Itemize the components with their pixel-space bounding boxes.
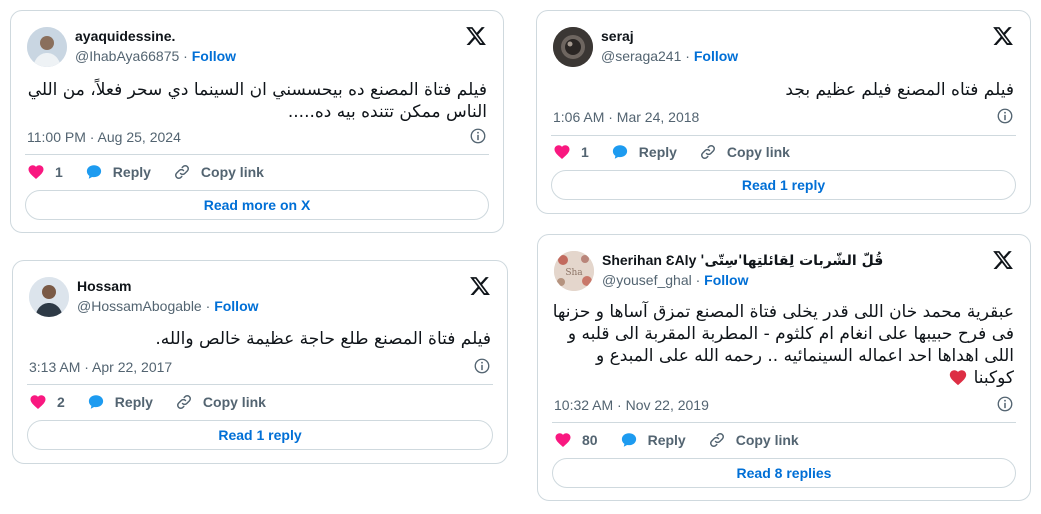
like-count: 1: [55, 164, 63, 180]
x-logo-icon[interactable]: [992, 249, 1014, 271]
reply-button[interactable]: Reply: [611, 143, 677, 161]
heart-icon: [29, 393, 47, 411]
action-bar: 1 Reply Copy link: [553, 143, 812, 161]
tweet-card: ayaquidessine. @IhabAya66875 · Follow في…: [10, 10, 504, 233]
divider: [551, 135, 1016, 136]
info-icon[interactable]: [469, 127, 487, 145]
avatar[interactable]: Sha: [554, 251, 594, 291]
link-icon: [708, 431, 726, 449]
tweet-text: فيلم فتاة المصنع طلع حاجة عظيمة خالص وال…: [155, 329, 491, 349]
like-button[interactable]: 1: [553, 143, 589, 161]
read-replies-button[interactable]: Read 1 reply: [551, 170, 1016, 200]
heart-icon: [554, 431, 572, 449]
author-handle[interactable]: @IhabAya66875: [75, 48, 179, 64]
author-name[interactable]: Hossam: [77, 278, 131, 294]
tweet-text-body: عبقرية محمد خان اللى قدر يخلى فتاة المصن…: [552, 302, 1014, 388]
reply-button[interactable]: Reply: [620, 431, 686, 449]
action-bar: 2 Reply Copy link: [29, 393, 288, 411]
reply-label: Reply: [112, 164, 151, 180]
like-count: 2: [57, 394, 65, 410]
avatar[interactable]: [553, 27, 593, 67]
tweet-timestamp[interactable]: 3:13 AM · Apr 22, 2017: [29, 359, 172, 375]
author-name-text: Sherihan ƐAly: [602, 252, 697, 268]
copy-link-label: Copy link: [200, 164, 264, 180]
reply-label: Reply: [638, 144, 677, 160]
divider: [27, 384, 493, 385]
reply-bubble-icon: [85, 163, 103, 181]
info-icon[interactable]: [996, 107, 1014, 125]
heart-icon: [27, 163, 45, 181]
action-bar: 1 Reply Copy link: [27, 163, 286, 181]
author-name[interactable]: Sherihan ƐAly قُلّ الشّربات لِقائلتِها'س…: [602, 252, 883, 269]
info-icon[interactable]: [473, 357, 491, 375]
tweet-text: فيلم فتاه المصنع فيلم عظيم بجد: [785, 80, 1014, 100]
like-count: 80: [582, 432, 598, 448]
x-logo-icon[interactable]: [469, 275, 491, 297]
follow-button[interactable]: Follow: [192, 48, 236, 64]
tweet-card: Hossam @HossamAbogable · Follow فيلم فتا…: [12, 260, 508, 464]
follow-button[interactable]: Follow: [214, 298, 258, 314]
copy-link-button[interactable]: Copy link: [173, 163, 264, 181]
x-logo-icon[interactable]: [992, 25, 1014, 47]
author-name[interactable]: seraj: [601, 28, 634, 44]
author-name-arabic: قُلّ الشّربات لِقائلتِها'سِتّى': [700, 253, 884, 269]
avatar[interactable]: [27, 27, 67, 67]
info-icon[interactable]: [996, 395, 1014, 413]
like-button[interactable]: 1: [27, 163, 63, 181]
reply-bubble-icon: [87, 393, 105, 411]
reply-button[interactable]: Reply: [85, 163, 151, 181]
reply-button[interactable]: Reply: [87, 393, 153, 411]
copy-link-button[interactable]: Copy link: [708, 431, 799, 449]
avatar-text: Sha: [565, 268, 583, 278]
tweet-card: seraj @seraga241 · Follow فيلم فتاه المص…: [536, 10, 1031, 214]
copy-link-button[interactable]: Copy link: [175, 393, 266, 411]
link-icon: [699, 143, 717, 161]
divider: [552, 422, 1016, 423]
x-logo-icon[interactable]: [465, 25, 487, 47]
copy-link-label: Copy link: [726, 144, 790, 160]
tweet-text: فيلم فتاة المصنع ده بيحسسني ان السينما د…: [27, 80, 487, 122]
copy-link-label: Copy link: [202, 394, 266, 410]
follow-button[interactable]: Follow: [704, 272, 748, 288]
divider: [25, 154, 489, 155]
reply-bubble-icon: [611, 143, 629, 161]
author-handle[interactable]: @yousef_ghal: [602, 272, 692, 288]
read-more-button[interactable]: Read more on X: [25, 190, 489, 220]
reply-bubble-icon: [620, 431, 638, 449]
author-handle[interactable]: @HossamAbogable: [77, 298, 202, 314]
copy-link-button[interactable]: Copy link: [699, 143, 790, 161]
author-handle-line: @HossamAbogable · Follow: [77, 298, 259, 314]
author-handle-line: @seraga241 · Follow: [601, 48, 739, 64]
author-name[interactable]: ayaquidessine.: [75, 28, 175, 44]
action-bar: 80 Reply Copy link: [554, 431, 821, 449]
like-count: 1: [581, 144, 589, 160]
tweet-timestamp[interactable]: 1:06 AM · Mar 24, 2018: [553, 109, 699, 125]
like-button[interactable]: 2: [29, 393, 65, 411]
tweet-text: عبقرية محمد خان اللى قدر يخلى فتاة المصن…: [552, 301, 1014, 392]
link-icon: [175, 393, 193, 411]
tweet-card: Sha Sherihan ƐAly قُلّ الشّربات لِقائلتِ…: [537, 234, 1031, 501]
avatar[interactable]: [29, 277, 69, 317]
read-replies-button[interactable]: Read 8 replies: [552, 458, 1016, 488]
like-button[interactable]: 80: [554, 431, 598, 449]
author-handle-line: @yousef_ghal · Follow: [602, 272, 749, 288]
author-handle[interactable]: @seraga241: [601, 48, 681, 64]
reply-label: Reply: [647, 432, 686, 448]
copy-link-label: Copy link: [735, 432, 799, 448]
read-replies-button[interactable]: Read 1 reply: [27, 420, 493, 450]
red-heart-emoji: [948, 368, 968, 392]
author-handle-line: @IhabAya66875 · Follow: [75, 48, 237, 64]
reply-label: Reply: [114, 394, 153, 410]
tweet-timestamp[interactable]: 10:32 AM · Nov 22, 2019: [554, 397, 709, 413]
follow-button[interactable]: Follow: [694, 48, 738, 64]
link-icon: [173, 163, 191, 181]
tweet-timestamp[interactable]: 11:00 PM · Aug 25, 2024: [27, 129, 181, 145]
heart-icon: [553, 143, 571, 161]
